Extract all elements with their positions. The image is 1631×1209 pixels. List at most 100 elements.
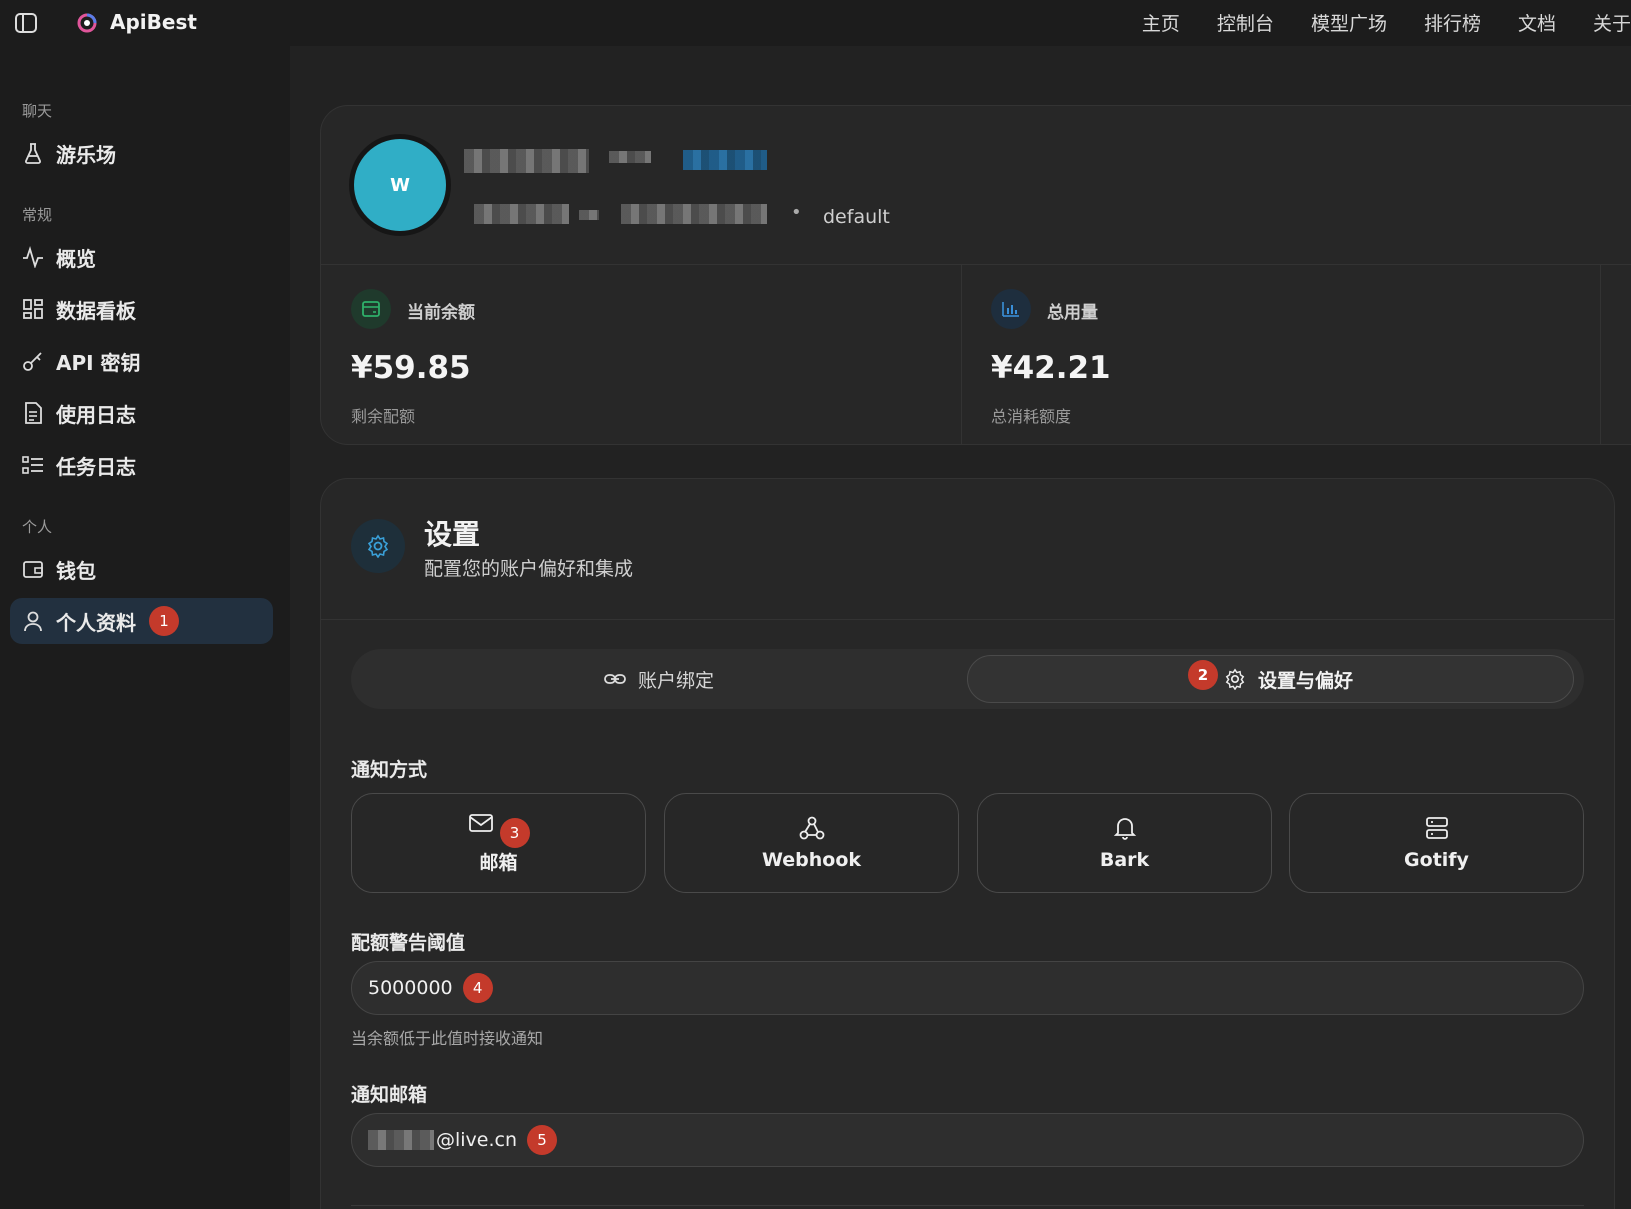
webhook-icon	[799, 815, 825, 841]
divider	[321, 619, 1614, 620]
nav-ranking[interactable]: 排行榜	[1424, 9, 1481, 36]
stat-value: ¥42.21	[991, 350, 1111, 386]
sidebar-item-task-log[interactable]: 任务日志	[10, 442, 273, 488]
sidebar-item-label: 游乐场	[56, 142, 116, 167]
email-input[interactable]: @live.cn 5	[351, 1113, 1584, 1167]
stat-sub: 总消耗额度	[991, 407, 1072, 426]
threshold-hint: 当余额低于此值时接收通知	[351, 1029, 544, 1048]
stat-sub: 剩余配额	[351, 407, 416, 426]
tab-settings-preferences[interactable]: 2 设置与偏好	[967, 655, 1574, 703]
activity-icon	[22, 246, 44, 268]
annotation-badge-2: 2	[1187, 660, 1218, 690]
wallet-icon	[22, 558, 44, 580]
top-nav: 主页 控制台 模型广场 排行榜 文档 关于	[1142, 9, 1631, 36]
server-icon	[1424, 815, 1450, 841]
avatar[interactable]: W	[354, 139, 446, 231]
threshold-input[interactable]: 5000000 4	[351, 961, 1584, 1015]
nav-docs[interactable]: 文档	[1518, 9, 1556, 36]
redacted-email	[621, 204, 767, 224]
annotation-badge-1: 1	[149, 606, 179, 636]
stat-title: 总用量	[1047, 303, 1098, 323]
nav-about[interactable]: 关于	[1593, 9, 1631, 36]
notify-option-gotify[interactable]: Gotify	[1289, 793, 1584, 893]
group-label-chat: 聊天	[22, 102, 53, 120]
annotation-badge-5: 5	[527, 1125, 558, 1155]
sidebar-item-label: 个人资料	[56, 610, 136, 635]
sidebar-item-profile[interactable]: 个人资料 1	[10, 598, 273, 644]
nav-home[interactable]: 主页	[1142, 9, 1180, 36]
group-label-general: 常规	[22, 206, 53, 224]
divider	[351, 1205, 1584, 1206]
sidebar: 聊天 游乐场 常规 概览 数据看板 API 密钥 使用日志 任务日志 个人 钱包…	[0, 46, 290, 1209]
redacted-role	[609, 151, 651, 163]
avatar-letter: W	[390, 174, 410, 196]
separator-dot: •	[791, 202, 802, 223]
email-label: 通知邮箱	[351, 1084, 428, 1106]
settings-title: 设置	[424, 518, 481, 551]
gear-icon	[1224, 668, 1246, 691]
stat-title: 当前余额	[407, 303, 475, 323]
stat-usage: 总用量 ¥42.21 总消耗额度	[961, 265, 1601, 445]
settings-tabs: 账户绑定 2 设置与偏好	[351, 649, 1584, 709]
threshold-value: 5000000	[368, 977, 453, 999]
tab-label: 设置与偏好	[1257, 669, 1353, 692]
flask-icon	[22, 142, 44, 164]
notify-option-label: Bark	[1099, 849, 1150, 871]
sidebar-toggle-icon[interactable]	[14, 12, 38, 34]
bar-chart-icon	[991, 289, 1031, 329]
group-label-personal: 个人	[22, 518, 53, 536]
top-bar: ApiBest 主页 控制台 模型广场 排行榜 文档 关于	[0, 0, 1631, 46]
settings-subtitle: 配置您的账户偏好和集成	[424, 558, 634, 580]
sidebar-item-dashboard[interactable]: 数据看板	[10, 286, 273, 332]
sidebar-item-label: 数据看板	[56, 298, 136, 323]
dashboard-icon	[22, 298, 44, 320]
user-group: default	[823, 206, 890, 228]
sidebar-item-playground[interactable]: 游乐场	[10, 130, 273, 176]
notify-option-label: Webhook	[761, 849, 862, 871]
profile-card: W • default 当前余额 ¥59.85 剩余配额 总用量 ¥42.21 …	[320, 105, 1631, 445]
email-value: @live.cn	[436, 1129, 518, 1151]
wallet-icon	[351, 289, 391, 329]
sidebar-item-label: 使用日志	[56, 402, 136, 427]
notify-option-email[interactable]: 3 邮箱	[351, 793, 646, 893]
notify-option-bark[interactable]: Bark	[977, 793, 1272, 893]
sidebar-item-api-keys[interactable]: API 密钥	[10, 338, 273, 384]
document-icon	[22, 402, 44, 424]
sidebar-item-wallet[interactable]: 钱包	[10, 546, 273, 592]
brand-logo-icon	[76, 12, 98, 34]
settings-card: 设置 配置您的账户偏好和集成 账户绑定 2 设置与偏好 通知方式 3 邮箱 We…	[320, 478, 1615, 1209]
sidebar-item-usage-log[interactable]: 使用日志	[10, 390, 273, 436]
checklist-icon	[22, 454, 44, 476]
sidebar-item-label: 概览	[56, 246, 96, 271]
bell-icon	[1112, 815, 1138, 841]
key-icon	[22, 350, 44, 372]
sidebar-item-overview[interactable]: 概览	[10, 234, 273, 280]
redacted-username	[464, 149, 589, 173]
link-icon	[604, 668, 626, 690]
email-icon-wrap: 3	[468, 812, 530, 848]
annotation-badge-3: 3	[499, 817, 530, 848]
notify-option-label: 邮箱	[479, 851, 518, 874]
notify-method-label: 通知方式	[351, 759, 428, 781]
sidebar-item-label: 钱包	[56, 558, 96, 583]
notify-option-label: Gotify	[1404, 849, 1469, 871]
brand-name[interactable]: ApiBest	[110, 10, 197, 34]
divider	[1600, 265, 1601, 445]
tab-label: 账户绑定	[637, 669, 714, 692]
stat-balance: 当前余额 ¥59.85 剩余配额	[321, 265, 961, 445]
gear-icon	[351, 519, 405, 573]
redacted-tag	[683, 150, 767, 170]
nav-console[interactable]: 控制台	[1217, 9, 1274, 36]
sidebar-item-label: 任务日志	[56, 454, 136, 479]
tab-account-binding[interactable]: 账户绑定	[351, 655, 967, 703]
stat-value: ¥59.85	[351, 350, 471, 386]
redacted-sep	[579, 210, 599, 220]
notify-option-webhook[interactable]: Webhook	[664, 793, 959, 893]
threshold-label: 配额警告阈值	[351, 932, 466, 954]
redacted-email-local	[368, 1130, 434, 1150]
mail-icon	[468, 812, 494, 838]
nav-models[interactable]: 模型广场	[1311, 9, 1387, 36]
sidebar-item-label: API 密钥	[56, 350, 141, 375]
redacted-id	[474, 204, 569, 224]
annotation-badge-4: 4	[462, 973, 493, 1003]
